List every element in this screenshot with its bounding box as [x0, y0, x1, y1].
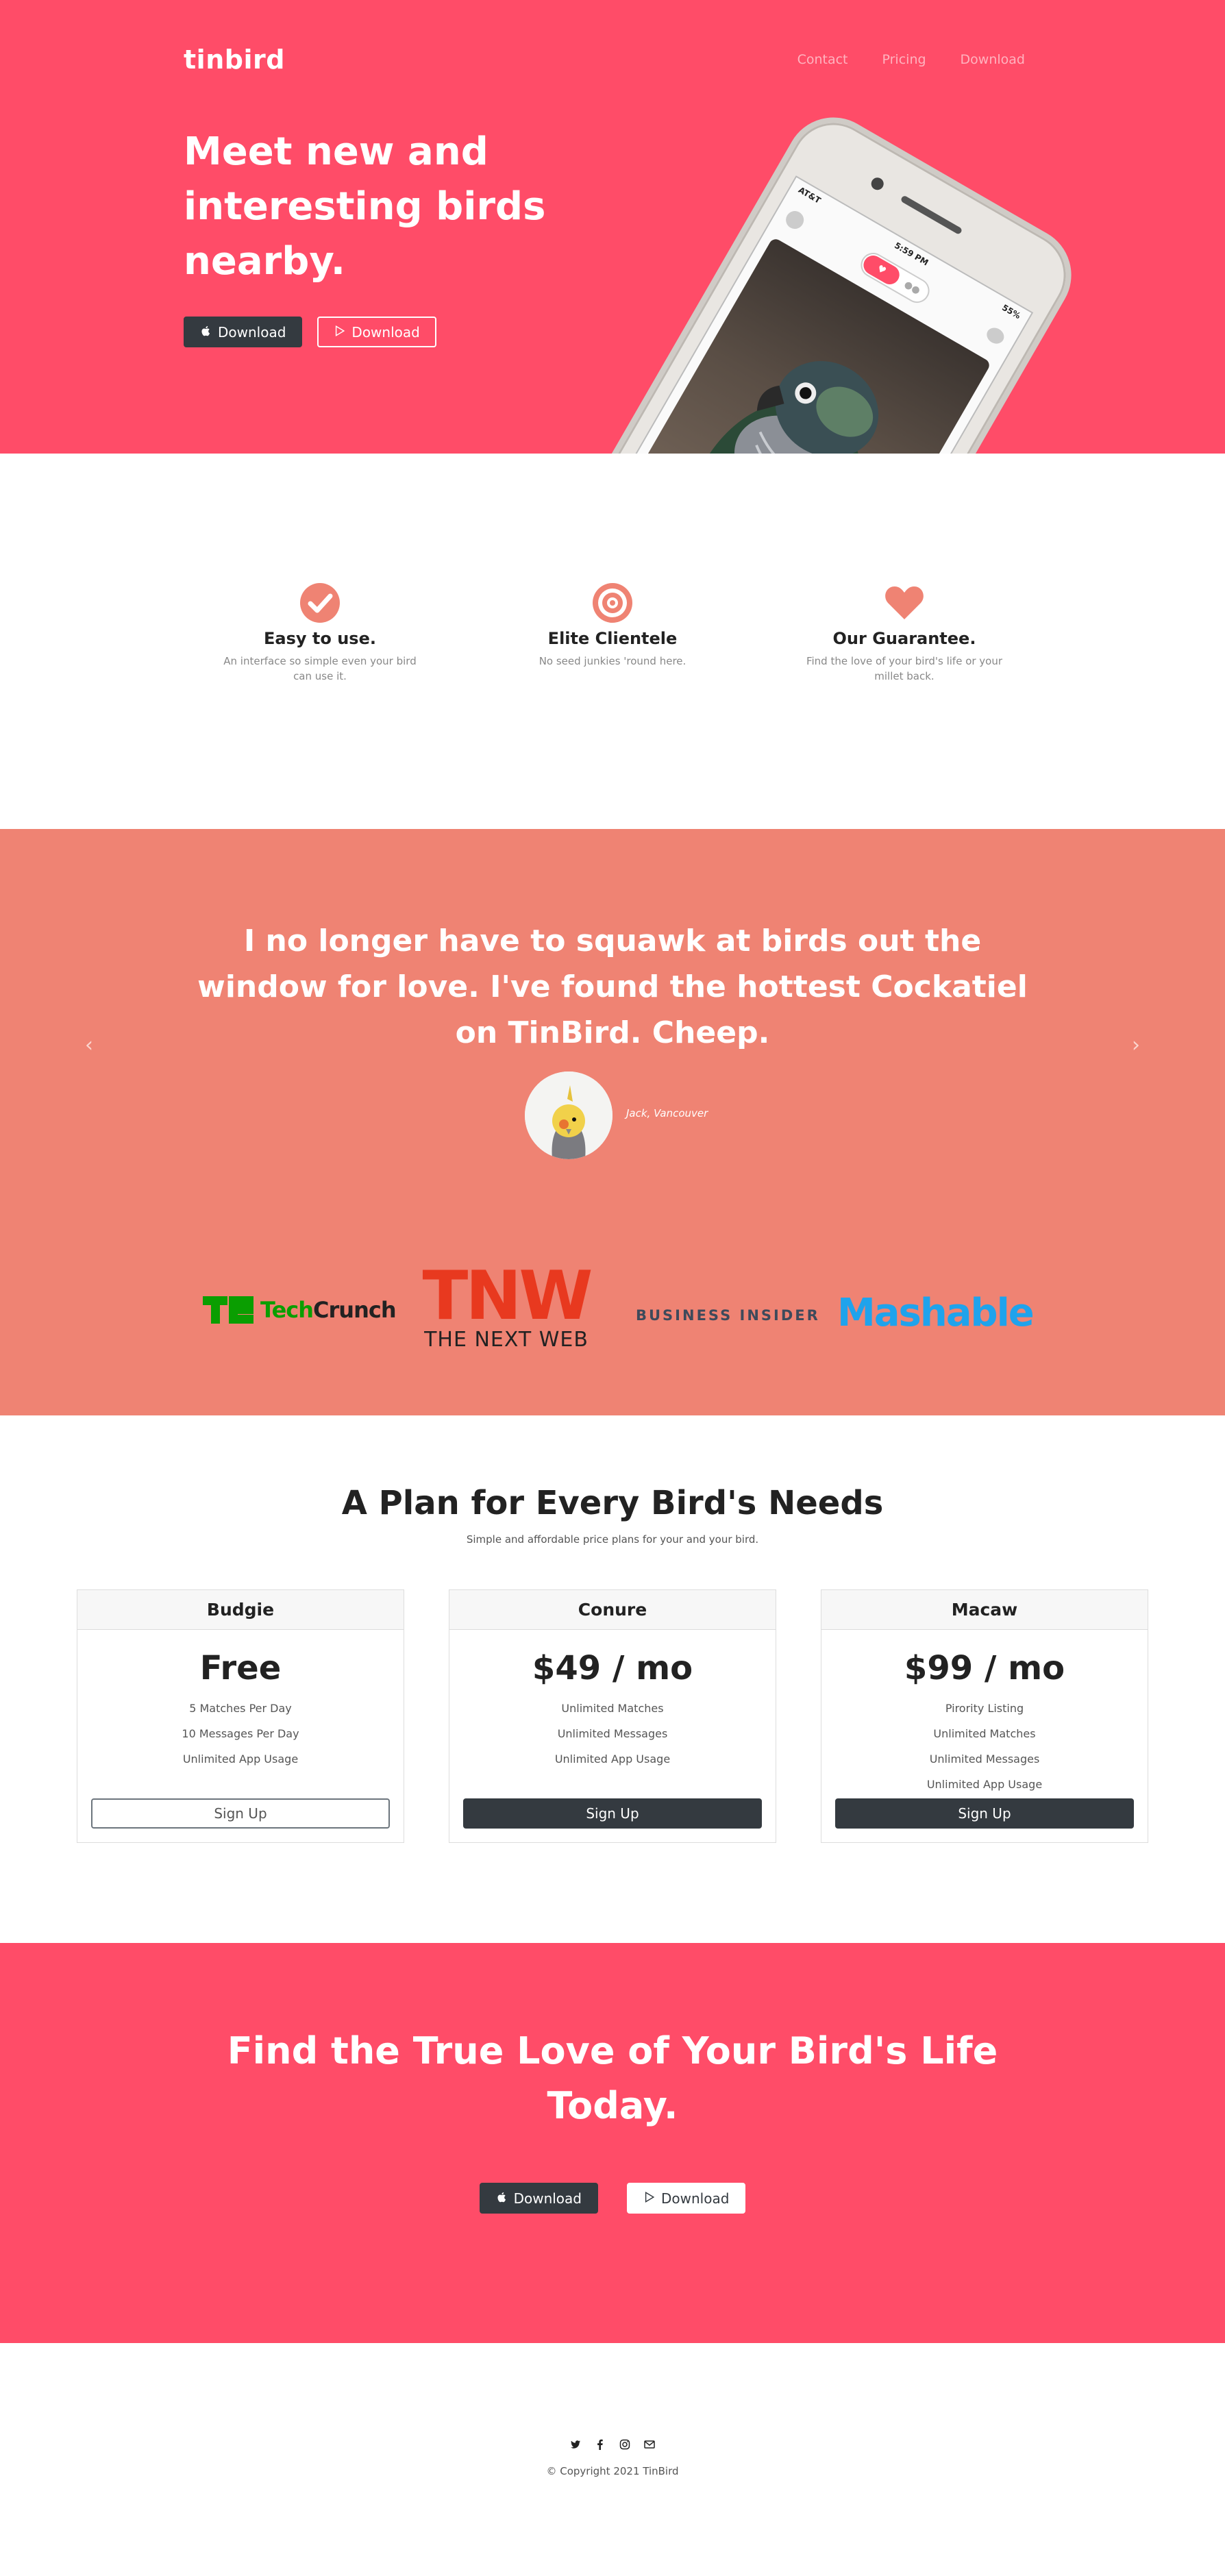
- techcrunch-mark: [203, 1296, 253, 1324]
- play-store-icon: [334, 324, 346, 340]
- cta-section: Find the True Love of Your Bird's Life T…: [0, 1943, 1225, 2343]
- instagram-icon[interactable]: [619, 2439, 630, 2450]
- hero-download-ios-button[interactable]: Download: [184, 317, 303, 347]
- feature-our-guarantee: Our Guarantee. Find the love of your bir…: [805, 582, 1004, 684]
- cta-download-ios-button[interactable]: Download: [479, 2183, 598, 2214]
- feature-title: Easy to use.: [264, 629, 376, 648]
- testimonial-section: ‹ › I no longer have to squawk at birds …: [0, 829, 1225, 1415]
- conure-sign-up-button[interactable]: Sign Up: [463, 1798, 762, 1829]
- techcrunch-wordmark: TechCrunch: [260, 1297, 397, 1323]
- plan-features: Unlimited Matches Unlimited Messages Unl…: [449, 1696, 776, 1772]
- profile-icon: [782, 208, 807, 232]
- plan-feature: Unlimited Matches: [561, 1702, 664, 1715]
- techcrunch-word-b: Crunch: [313, 1297, 397, 1323]
- plan-feature: Unlimited Messages: [929, 1753, 1040, 1766]
- people-icon: ●●: [902, 278, 923, 297]
- plan-features: 5 Matches Per Day 10 Messages Per Day Un…: [77, 1696, 404, 1772]
- nav-link-contact[interactable]: Contact: [797, 52, 848, 67]
- cta-download-android-label: Download: [661, 2190, 730, 2207]
- nav-links: Contact Pricing Download: [797, 52, 1025, 67]
- techcrunch-logo: TechCrunch: [203, 1296, 397, 1324]
- cta-title: Find the True Love of Your Bird's Life T…: [227, 2029, 998, 2127]
- navbar: tinbird Contact Pricing Download: [184, 42, 1025, 77]
- footer: © Copyright 2021 TinBird: [0, 2343, 1225, 2562]
- plan-feature: Unlimited Messages: [557, 1727, 668, 1740]
- feature-text: No seed junkies 'round here.: [539, 655, 686, 667]
- plan-name: Conure: [449, 1590, 776, 1630]
- chevron-right-icon[interactable]: ›: [1132, 1033, 1140, 1057]
- pricing-subtitle: Simple and affordable price plans for yo…: [466, 1533, 759, 1546]
- plan-price: $99 / mo: [904, 1649, 1065, 1687]
- budgie-sign-up-button[interactable]: Sign Up: [91, 1798, 390, 1829]
- facebook-icon[interactable]: [595, 2439, 606, 2450]
- pricing-card-macaw: Macaw $99 / mo Pirority Listing Unlimite…: [821, 1589, 1148, 1843]
- apple-icon: [496, 2190, 508, 2207]
- hero-download-ios-label: Download: [218, 323, 286, 340]
- nav-link-download[interactable]: Download: [961, 52, 1025, 67]
- feature-title: Our Guarantee.: [832, 629, 976, 648]
- plan-name: Budgie: [77, 1590, 404, 1630]
- phone-mockup: AT&T 5:59 PM 55% ♥ ●●: [555, 99, 1089, 454]
- pricing-section: A Plan for Every Bird's Needs Simple and…: [0, 1415, 1225, 1943]
- cta-download-ios-label: Download: [513, 2190, 582, 2207]
- testimonial-avatar: [525, 1072, 612, 1159]
- features-section: Easy to use. An interface so simple even…: [0, 454, 1225, 829]
- nav-link-pricing[interactable]: Pricing: [882, 52, 926, 67]
- mashable-logo: Mashable: [837, 1291, 1035, 1335]
- chat-icon: [984, 325, 1007, 347]
- play-store-icon: [643, 2190, 656, 2207]
- plan-feature: 10 Messages Per Day: [182, 1727, 299, 1740]
- chevron-left-icon[interactable]: ‹: [85, 1033, 93, 1057]
- plan-feature: Unlimited App Usage: [926, 1778, 1043, 1791]
- hero-download-android-button[interactable]: Download: [317, 317, 436, 347]
- plan-feature: Unlimited App Usage: [554, 1753, 671, 1766]
- plan-name: Macaw: [821, 1590, 1148, 1630]
- tnw-mark: TNW: [422, 1257, 593, 1335]
- twitter-icon[interactable]: [570, 2439, 581, 2450]
- envelope-icon[interactable]: [644, 2439, 655, 2450]
- pricing-card-budgie: Budgie Free 5 Matches Per Day 10 Message…: [77, 1589, 404, 1843]
- apple-icon: [200, 324, 212, 340]
- cta-buttons: Download Download: [0, 2183, 1225, 2214]
- feature-text: An interface so simple even your bird ca…: [223, 655, 417, 682]
- copyright-text: © Copyright 2021 TinBird: [546, 2465, 679, 2477]
- brand-logo[interactable]: tinbird: [184, 45, 285, 75]
- social-links: [0, 2439, 1225, 2450]
- business-insider-logo: BUSINESS INSIDER: [636, 1307, 820, 1324]
- hero-title: Meet new and interesting birds nearby.: [184, 129, 546, 284]
- techcrunch-word-a: Tech: [260, 1297, 314, 1323]
- plan-feature: Unlimited App Usage: [182, 1753, 299, 1766]
- cta-download-android-button[interactable]: Download: [627, 2183, 746, 2214]
- bullseye-icon: [592, 582, 633, 623]
- testimonial-author: Jack, Vancouver: [626, 1107, 708, 1119]
- plan-price: $49 / mo: [532, 1649, 693, 1687]
- pricing-card-conure: Conure $49 / mo Unlimited Matches Unlimi…: [449, 1589, 776, 1843]
- press-logos: TechCrunch TNW THE NEXT WEB BUSINESS INS…: [199, 1257, 1035, 1354]
- flame-icon: ♥: [860, 251, 903, 288]
- macaw-sign-up-button[interactable]: Sign Up: [835, 1798, 1134, 1829]
- feature-text: Find the love of your bird's life or you…: [806, 655, 1003, 682]
- plan-feature: 5 Matches Per Day: [189, 1702, 292, 1715]
- testimonial-quote: I no longer have to squawk at birds out …: [197, 924, 1028, 1050]
- pricing-title: A Plan for Every Bird's Needs: [341, 1484, 884, 1522]
- feature-elite-clientele: Elite Clientele No seed junkies 'round h…: [513, 582, 712, 669]
- feature-easy-to-use: Easy to use. An interface so simple even…: [221, 582, 419, 684]
- heart-icon: [884, 582, 925, 623]
- hero-buttons: Download Download: [184, 317, 436, 347]
- hero-section: tinbird Contact Pricing Download Meet ne…: [0, 0, 1225, 454]
- plan-features: Pirority Listing Unlimited Matches Unlim…: [821, 1696, 1148, 1797]
- plan-feature: Pirority Listing: [945, 1702, 1024, 1715]
- tnw-wordmark: THE NEXT WEB: [424, 1328, 589, 1352]
- plan-price: Free: [199, 1649, 282, 1687]
- hero-download-android-label: Download: [351, 323, 420, 340]
- feature-title: Elite Clientele: [547, 629, 678, 648]
- plan-feature: Unlimited Matches: [933, 1727, 1036, 1740]
- tnw-logo: TNW THE NEXT WEB: [414, 1257, 599, 1354]
- check-circle-icon: [299, 582, 341, 623]
